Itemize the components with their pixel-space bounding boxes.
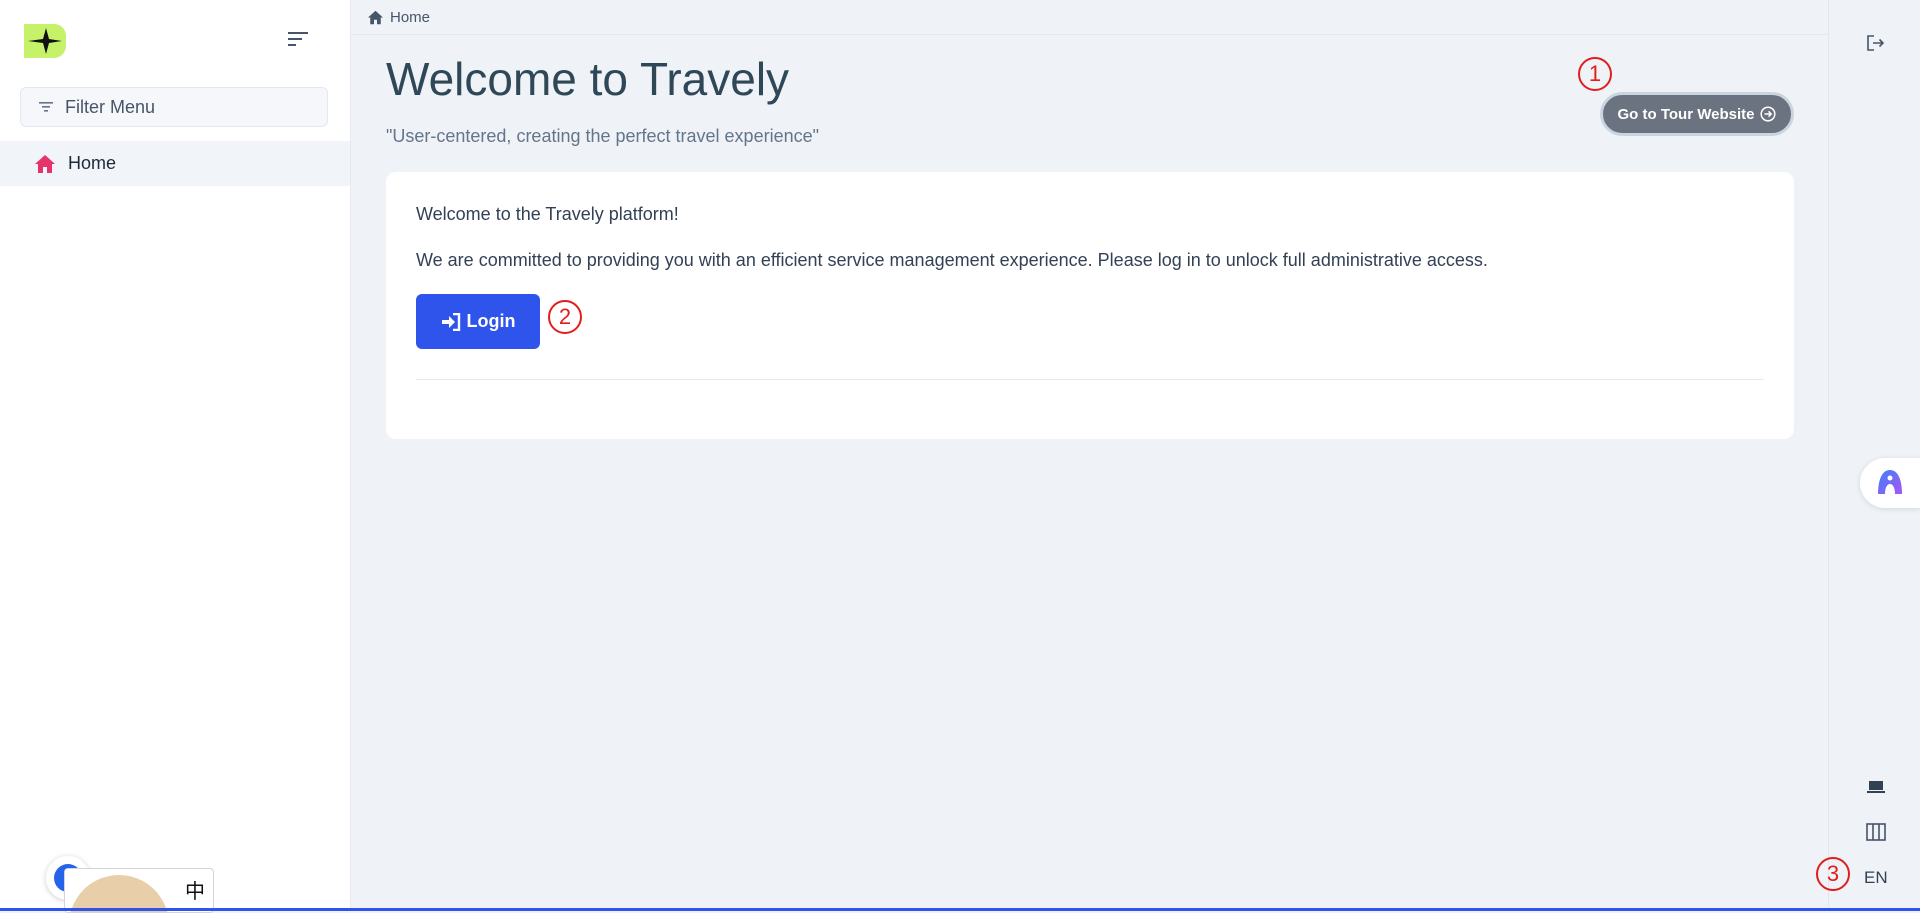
filter-icon: [39, 102, 53, 112]
sidebar-item-home[interactable]: Home: [0, 141, 350, 186]
ime-indicator[interactable]: 中: [185, 875, 205, 904]
tour-website-button[interactable]: Go to Tour Website: [1600, 92, 1794, 136]
home-icon: [368, 10, 383, 24]
arrow-circle-right-icon: [1760, 106, 1777, 122]
breadcrumb-home-link[interactable]: Home: [390, 9, 430, 26]
login-button[interactable]: Login: [416, 294, 540, 349]
home-icon: [35, 154, 55, 173]
logo-icon[interactable]: [24, 24, 66, 58]
annotation-marker-1: 1: [1578, 57, 1612, 91]
welcome-greeting: Welcome to the Travely platform!: [416, 204, 679, 224]
logout-icon[interactable]: [1866, 34, 1886, 52]
filter-menu-field[interactable]: [20, 87, 328, 127]
tour-website-label: Go to Tour Website: [1617, 105, 1755, 123]
assistant-button[interactable]: [1860, 458, 1920, 508]
language-switcher[interactable]: EN: [1864, 868, 1888, 888]
columns-icon[interactable]: [1866, 823, 1886, 841]
sidebar: Home: [0, 0, 351, 911]
page-subtitle: "User-centered, creating the perfect tra…: [386, 126, 819, 146]
annotation-marker-3: 3: [1816, 857, 1850, 891]
sidebar-item-label: Home: [68, 153, 117, 173]
welcome-card: Welcome to the Travely platform! We are …: [386, 172, 1794, 439]
annotation-marker-2: 2: [548, 300, 582, 334]
breadcrumb: Home: [351, 0, 1829, 35]
laptop-icon[interactable]: [1866, 779, 1886, 795]
page-title: Welcome to Travely: [386, 53, 790, 105]
menu-toggle-icon[interactable]: [288, 30, 310, 48]
card-divider: [416, 379, 1764, 380]
content-divider: [1828, 0, 1829, 911]
assistant-icon: [1878, 470, 1902, 494]
login-label: Login: [466, 311, 516, 331]
welcome-message: We are committed to providing you with a…: [416, 250, 1488, 270]
sign-in-icon: [441, 312, 460, 331]
pet-ime-widget[interactable]: 中: [64, 868, 214, 913]
filter-menu-input[interactable]: [63, 95, 307, 119]
